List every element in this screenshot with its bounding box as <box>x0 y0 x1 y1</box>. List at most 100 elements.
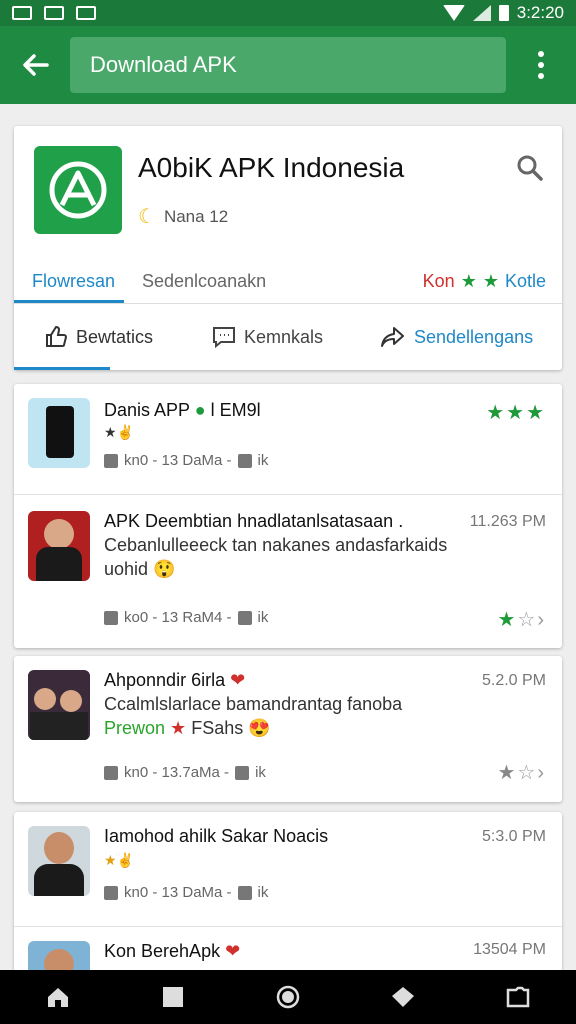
author-row: ☾ Nana 12 <box>138 204 228 229</box>
item-text: Ccalmlslarlace bamandrantag fanoba <box>104 694 403 714</box>
status-bar: 3:2:20 <box>0 0 576 26</box>
like-icon <box>104 765 118 780</box>
emoji-icon: ★✌ <box>104 424 134 440</box>
wifi-icon <box>442 5 465 21</box>
screenshot-button[interactable] <box>505 986 531 1008</box>
app-title: A0biK APK Indonesia <box>138 152 405 183</box>
arrow-left-icon <box>23 54 49 76</box>
like-icon <box>237 885 252 900</box>
action-label: Kemnkals <box>244 326 324 347</box>
item-meta: ko0 - 13 RaM4 - ik <box>104 609 268 626</box>
heart-icon: ❤ <box>225 941 241 961</box>
thumbnail <box>28 511 90 581</box>
list-item[interactable]: Ahponndir 6irla ❤ Ccalmlslarlace bamandr… <box>14 656 562 802</box>
image-notification-icon <box>44 6 64 20</box>
star-icon: ★ <box>170 718 187 738</box>
tab-right-label: Kon <box>422 270 455 291</box>
diamond-icon <box>392 987 415 1007</box>
tab-right-label-2: Kotle <box>504 270 546 291</box>
item-meta: kn0 - 13.7aMa - ik <box>104 764 266 781</box>
list-item[interactable]: APK Deembtian hnadlatanlsatasaan . Ceban… <box>14 495 562 648</box>
square-icon <box>162 987 183 1007</box>
like-icon <box>104 610 118 625</box>
action-indicator <box>14 367 110 370</box>
list-item[interactable]: Danis APP ● l EM9l ★✌ kn0 - 13 DaMa - ik… <box>14 384 562 494</box>
like-icon <box>235 765 250 780</box>
recents-button[interactable] <box>160 986 186 1008</box>
rating-stars: ★☆› <box>497 762 546 784</box>
dot-icon <box>538 51 544 57</box>
tab-active[interactable]: Flowresan <box>32 271 115 292</box>
emoji-icon: 😲 <box>153 559 176 579</box>
app-header-card: A0biK APK Indonesia ☾ Nana 12 Flowresan … <box>14 126 562 370</box>
search-icon[interactable] <box>516 154 544 182</box>
feed-card: Danis APP ● l EM9l ★✌ kn0 - 13 DaMa - ik… <box>14 384 562 648</box>
signal-icon <box>472 5 491 21</box>
moon-icon: ☾ <box>138 206 156 228</box>
home-icon <box>47 988 68 1007</box>
thumbs-up-icon <box>46 325 68 347</box>
action-label: Bewtatics <box>76 326 154 347</box>
feed-card: Ahponndir 6irla ❤ Ccalmlslarlace bamandr… <box>14 656 562 802</box>
item-time: 13504 PM <box>473 941 546 958</box>
tab-right[interactable]: Kon ★ ★ Kotle <box>423 271 546 292</box>
circle-icon <box>276 985 300 1009</box>
item-time: 11.263 PM <box>469 513 546 530</box>
item-title: Ahponndir 6irla ❤ <box>104 670 246 690</box>
rating-stars: ★☆› <box>497 609 546 631</box>
item-time: 5:3.0 PM <box>481 828 546 845</box>
heart-icon: ❤ <box>230 670 246 690</box>
item-text: Prewon ★ FSahs 😍 <box>104 718 271 738</box>
more-options-button[interactable] <box>506 26 576 104</box>
item-title: Iamohod ahilk Sakar Noacis <box>104 826 329 846</box>
app-bar: Download APK <box>0 26 576 104</box>
item-title: APK Deembtian hnadlatanlsatasaan . <box>104 511 404 531</box>
crop-icon <box>507 986 530 1008</box>
emoji-icon: 😍 <box>248 718 271 738</box>
thumbnail <box>28 826 90 896</box>
system-nav-bar <box>0 970 576 1024</box>
like-icon <box>237 453 252 468</box>
rating-stars: ★★★ <box>486 402 546 424</box>
item-title: Kon BerehApk ❤ <box>104 941 241 961</box>
action-like-button[interactable]: Bewtatics <box>44 325 153 349</box>
globe-icon: ● <box>194 400 206 420</box>
star-icon: ★ <box>482 270 499 291</box>
dot-icon <box>538 62 544 68</box>
mail-notification-icon <box>12 6 32 20</box>
item-title: Danis APP ● l EM9l <box>104 400 261 420</box>
action-share-button[interactable]: Sendellengans <box>380 325 533 349</box>
share-icon <box>381 327 404 347</box>
assistant-button[interactable] <box>275 985 301 1009</box>
action-comment-button[interactable]: Kemnkals <box>212 325 323 349</box>
tab-row: Flowresan Sedenlcoanakn Kon ★ ★ Kotle <box>14 258 562 304</box>
action-label: Sendellengans <box>414 326 534 347</box>
search-input[interactable]: Download APK <box>70 37 506 93</box>
item-meta: kn0 - 13 DaMa - ik <box>104 884 268 901</box>
app-notification-icon <box>76 6 96 20</box>
item-meta: kn0 - 13 DaMa - ik <box>104 452 268 469</box>
action-row: Bewtatics Kemnkals Sendellengans <box>14 304 562 370</box>
like-icon <box>104 885 118 900</box>
author-name: Nana 12 <box>163 206 229 226</box>
like-icon <box>104 453 118 468</box>
comment-icon <box>213 327 235 349</box>
app-logo <box>34 146 122 234</box>
thumbnail <box>28 398 90 468</box>
back-nav-button[interactable] <box>390 986 416 1008</box>
thumbnail <box>28 670 90 740</box>
app-logo-icon <box>49 161 107 219</box>
star-icon: ★ <box>460 270 477 291</box>
emoji-icon: ★✌ <box>104 852 134 868</box>
back-button[interactable] <box>0 26 70 104</box>
list-item[interactable]: Iamohod ahilk Sakar Noacis ★✌ 5:3.0 PM k… <box>14 812 562 924</box>
status-time: 3:2:20 <box>516 3 564 22</box>
home-button[interactable] <box>45 986 71 1008</box>
like-icon <box>237 610 252 625</box>
item-text: uohid 😲 <box>104 559 176 579</box>
tab-second[interactable]: Sedenlcoanakn <box>142 271 266 292</box>
item-time: 5.2.0 PM <box>481 672 546 689</box>
battery-icon <box>498 5 509 21</box>
item-text: Cebanlulleeeck tan nakanes andasfarkaids <box>104 535 448 555</box>
dot-icon <box>538 73 544 79</box>
